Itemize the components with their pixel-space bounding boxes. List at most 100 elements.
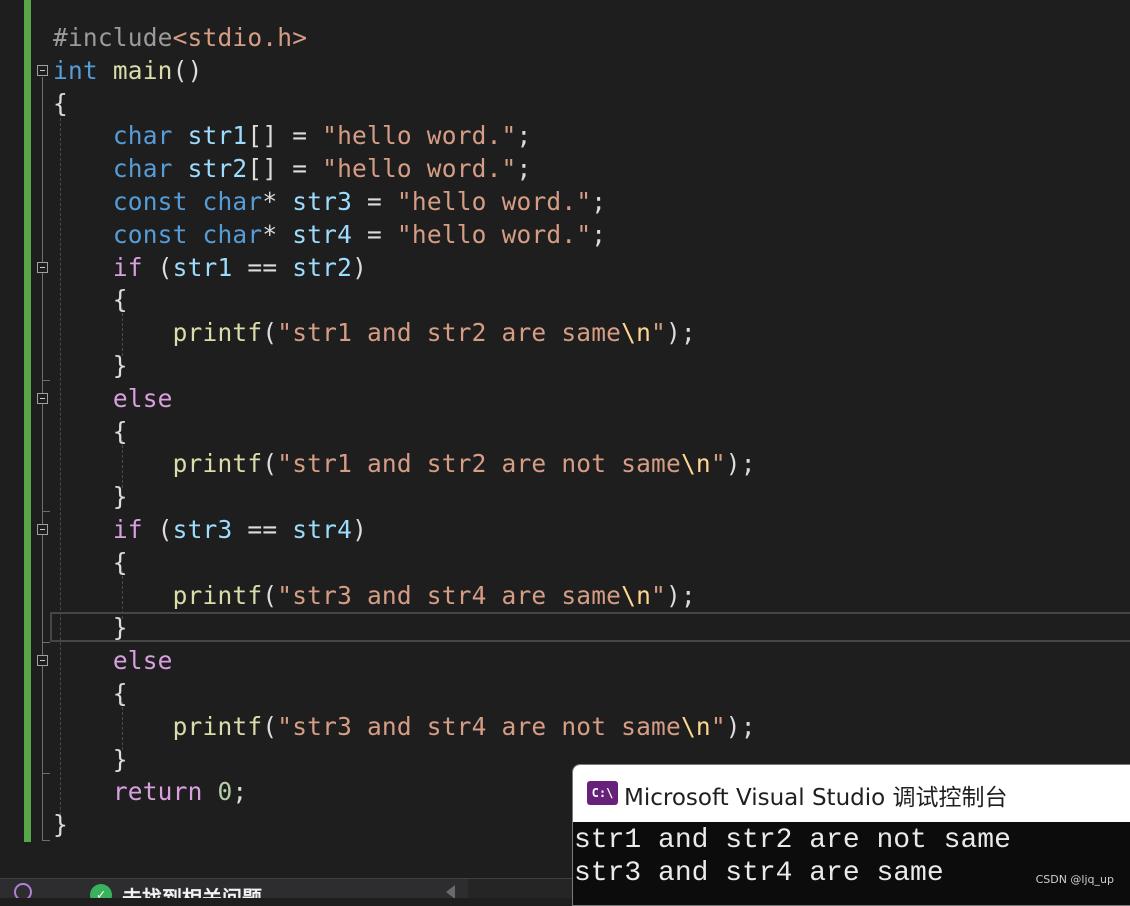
change-tracking-bar xyxy=(24,0,31,842)
code-line[interactable]: const char* str4 = "hello word."; xyxy=(53,218,606,251)
code-token: } xyxy=(53,482,128,512)
code-token: [] = xyxy=(247,121,323,151)
code-token: ) xyxy=(352,252,368,282)
console-app-icon: C:\ xyxy=(587,781,618,805)
code-token: ; xyxy=(516,154,532,184)
code-line[interactable]: } xyxy=(53,611,128,644)
code-token: <stdio.h> xyxy=(172,23,308,52)
code-token: char xyxy=(202,219,263,249)
left-arrow-icon[interactable] xyxy=(446,885,455,898)
code-token: "str3 and str4 are not same xyxy=(277,711,681,741)
code-token: ( xyxy=(262,318,278,348)
console-title-bar[interactable]: C:\ Microsoft Visual Studio 调试控制台 xyxy=(573,765,1130,822)
code-line[interactable]: else xyxy=(53,644,173,677)
code-line[interactable]: if (str1 == str2) xyxy=(53,251,367,284)
code-token: \n xyxy=(621,580,652,610)
code-line[interactable]: char str1[] = "hello word."; xyxy=(53,119,531,152)
code-token: () xyxy=(172,55,203,85)
code-token: " xyxy=(710,711,726,741)
code-token: main xyxy=(112,55,173,85)
code-token: = xyxy=(352,219,397,249)
code-line[interactable]: char str2[] = "hello word."; xyxy=(53,152,531,185)
console-output-line: str3 and str4 are same xyxy=(574,858,944,889)
code-token: \n xyxy=(680,711,711,741)
code-token: { xyxy=(53,285,128,315)
code-token: ( xyxy=(142,252,173,282)
code-editor[interactable]: #include<stdio.h> int main(){ char str1[]… xyxy=(0,0,1130,878)
code-token: ( xyxy=(262,449,278,479)
code-token: str4 xyxy=(292,515,353,544)
code-line[interactable]: { xyxy=(53,677,128,710)
collapse-else2-icon[interactable] xyxy=(37,655,48,666)
status-message[interactable]: 未找到相关问题 xyxy=(122,882,262,898)
code-token: ( xyxy=(262,711,278,741)
current-line-highlight xyxy=(50,612,1130,642)
code-line[interactable]: int main() xyxy=(53,54,203,87)
code-token: "hello word." xyxy=(396,187,592,216)
code-token: char xyxy=(112,154,173,184)
code-token: else xyxy=(112,383,173,413)
fold-end-if1 xyxy=(42,380,50,381)
code-token: str4 xyxy=(292,219,353,249)
code-line[interactable]: } xyxy=(53,743,128,776)
code-token: 0 xyxy=(217,777,233,807)
code-token: ); xyxy=(665,318,696,348)
code-token: "hello word." xyxy=(396,219,592,249)
code-token: str3 xyxy=(172,515,233,544)
code-line[interactable]: { xyxy=(53,87,68,120)
code-token: char xyxy=(202,187,263,216)
code-token: [] = xyxy=(247,154,323,184)
code-line[interactable]: { xyxy=(53,546,128,579)
code-token: ( xyxy=(262,580,278,610)
code-line[interactable]: } xyxy=(53,808,68,841)
code-line[interactable]: { xyxy=(53,415,128,448)
code-token: "hello word." xyxy=(322,121,517,151)
code-token: * xyxy=(262,187,293,216)
code-line[interactable]: #include<stdio.h> xyxy=(53,21,307,54)
code-line[interactable]: printf("str3 and str4 are same\n"); xyxy=(53,579,696,612)
code-line[interactable]: const char* str3 = "hello word."; xyxy=(53,185,606,218)
code-line[interactable]: else xyxy=(53,382,173,415)
code-token: ; xyxy=(591,187,607,216)
code-line[interactable]: } xyxy=(53,349,128,382)
code-token: str2 xyxy=(187,154,248,184)
code-line[interactable]: { xyxy=(53,283,128,316)
code-token: #include xyxy=(53,23,173,52)
collapse-if1-icon[interactable] xyxy=(37,262,48,273)
code-token: char xyxy=(112,121,173,151)
code-token: { xyxy=(53,547,128,577)
intellicode-icon[interactable] xyxy=(14,883,32,898)
console-output[interactable]: str1 and str2 are not same str3 and str4… xyxy=(574,824,1011,890)
code-line[interactable]: if (str3 == str4) xyxy=(53,513,367,546)
code-token: ) xyxy=(352,515,368,544)
code-token: { xyxy=(53,679,128,708)
code-token: if xyxy=(112,515,143,544)
fold-line-main xyxy=(42,77,43,840)
code-token: printf xyxy=(172,580,263,610)
fold-end-else2 xyxy=(42,773,50,774)
status-separator xyxy=(468,879,572,898)
code-line[interactable]: } xyxy=(53,480,128,513)
collapse-if2-icon[interactable] xyxy=(37,524,48,535)
code-line[interactable]: printf("str1 and str2 are not same\n"); xyxy=(53,447,756,480)
code-token: == xyxy=(232,515,293,544)
collapse-main-icon[interactable] xyxy=(37,65,48,76)
code-token: printf xyxy=(172,711,263,741)
code-line[interactable]: printf("str3 and str4 are not same\n"); xyxy=(53,710,756,743)
code-line[interactable]: return 0; xyxy=(53,775,247,808)
code-token: } xyxy=(53,810,68,840)
fold-end-if2 xyxy=(42,642,50,643)
collapse-else1-icon[interactable] xyxy=(37,393,48,404)
code-token: ; xyxy=(516,121,532,151)
code-line[interactable]: printf("str1 and str2 are same\n"); xyxy=(53,316,696,349)
